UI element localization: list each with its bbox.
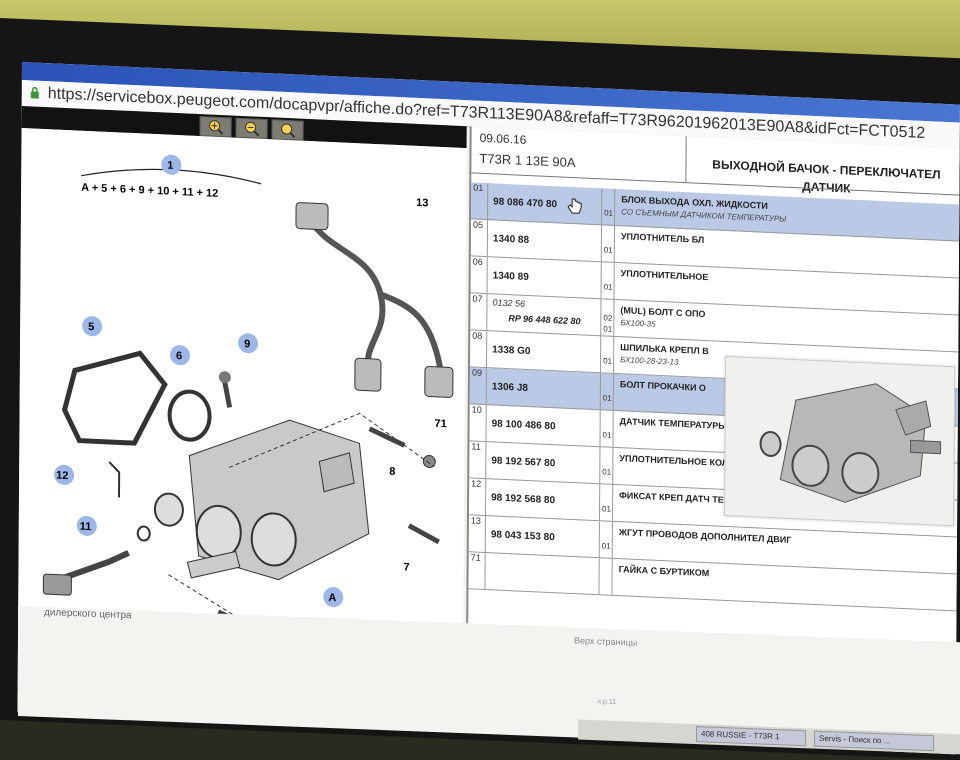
part-number[interactable]: 98 043 153 80 (491, 529, 555, 543)
part-number[interactable]: 98 192 567 80 (491, 455, 555, 469)
part-number[interactable]: 1306 J8 (492, 381, 528, 394)
page-number: к.р.11 (598, 698, 616, 706)
callout-6[interactable]: 6 (170, 345, 190, 366)
part-preview-popup (724, 356, 955, 526)
taskbar-item[interactable]: 408 RUSSIE - T73R 1 (696, 726, 806, 746)
part-number-alt[interactable]: RP 96 448 622 80 (508, 313, 580, 326)
zoom-out-icon (244, 120, 260, 137)
hand-cursor-icon (567, 197, 583, 216)
zoom-reset-icon (280, 122, 296, 139)
zoom-in-button[interactable] (200, 116, 232, 137)
dealer-text: дилерского центра (44, 607, 132, 621)
taskbar-item[interactable]: Servis - Поиск по ... (814, 731, 934, 752)
zoom-in-icon (208, 118, 224, 135)
svg-text:12: 12 (56, 470, 68, 483)
svg-text:8: 8 (389, 466, 395, 478)
lock-icon (30, 86, 40, 98)
formula-text: A + 5 + 6 + 9 + 10 + 11 + 12 (81, 182, 218, 200)
svg-text:11: 11 (80, 521, 92, 534)
callout-7-right[interactable]: 7 (404, 561, 410, 573)
zoom-out-button[interactable] (236, 118, 268, 139)
top-of-page-link[interactable]: Верх страницы (574, 635, 637, 647)
part-number[interactable]: 1340 88 (493, 233, 529, 246)
callout-A[interactable]: A (323, 587, 343, 608)
callout-71[interactable]: 71 (435, 418, 447, 431)
part-number[interactable]: 0132 56 (492, 297, 525, 308)
svg-text:13: 13 (416, 197, 428, 210)
part-number[interactable]: 98 086 470 80 (493, 196, 557, 210)
svg-text:71: 71 (435, 418, 447, 431)
svg-text:1: 1 (167, 160, 173, 172)
callout-12[interactable]: 12 (54, 464, 74, 485)
part-number[interactable]: 1340 89 (493, 270, 529, 283)
svg-text:9: 9 (244, 338, 250, 350)
doc-reference: T73R 1 13E 90A (479, 151, 575, 170)
callout-5[interactable]: 5 (82, 316, 102, 337)
callout-1[interactable]: 1 (161, 154, 181, 175)
svg-text:7: 7 (404, 561, 410, 573)
doc-date: 09.06.16 (480, 131, 527, 147)
part-number[interactable]: 98 100 486 80 (492, 418, 556, 432)
header-divider (685, 136, 686, 182)
callout-11[interactable]: 11 (77, 516, 97, 537)
svg-text:6: 6 (176, 350, 182, 362)
callout-9[interactable]: 9 (238, 333, 258, 354)
callout-8[interactable]: 8 (389, 466, 395, 478)
part-number[interactable]: 98 192 568 80 (491, 492, 555, 506)
part-preview-image (725, 357, 954, 525)
svg-text:5: 5 (88, 321, 94, 333)
part-number[interactable]: 1338 G0 (492, 344, 530, 357)
svg-text:A: A (328, 592, 336, 604)
callout-13[interactable]: 13 (416, 197, 428, 210)
zoom-reset-button[interactable] (272, 119, 304, 140)
